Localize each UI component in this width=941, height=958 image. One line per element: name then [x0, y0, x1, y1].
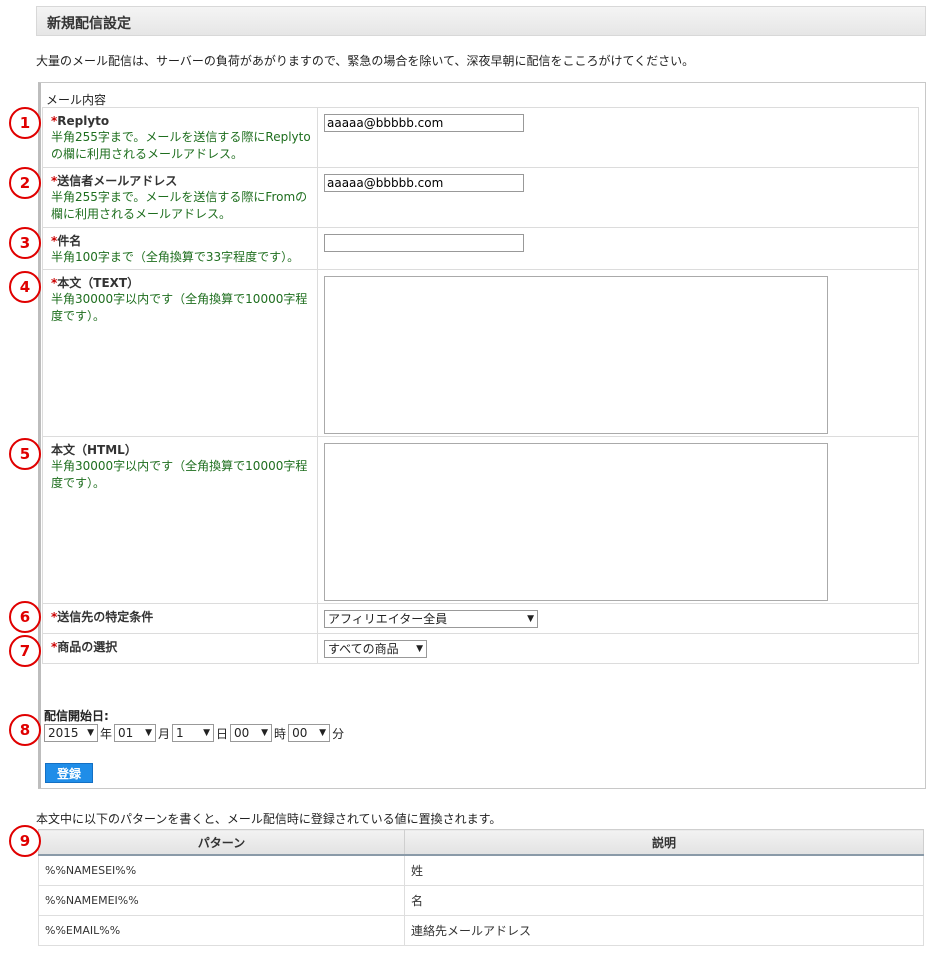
mail-content-legend: メール内容 [46, 93, 107, 107]
pattern-cell: %%NAMESEI%% [38, 854, 405, 886]
form-row-body-html: 本文（HTML） 半角30000字以内です（全角換算で10000字程度です）。 [42, 436, 919, 604]
replyto-hint: 半角255字まで。メールを送信する際にReplytoの欄に利用されるメールアドレ… [51, 130, 311, 161]
body-text-textarea[interactable] [324, 276, 828, 434]
mail-form-table: *Replyto 半角255字まで。メールを送信する際にReplytoの欄に利用… [42, 107, 919, 664]
annotation-badge-9: 9 [9, 825, 41, 857]
dropdown-arrow-icon: ▼ [87, 728, 94, 738]
annotation-badge-8: 8 [9, 714, 41, 746]
dropdown-arrow-icon: ▼ [145, 728, 153, 738]
table-row: %%NAMEMEI%% 名 [38, 885, 924, 916]
product-value: すべての商品 [328, 642, 399, 656]
form-row-target-condition: *送信先の特定条件 アフィリエイター全員 ▼ [42, 603, 919, 634]
form-row-product: *商品の選択 すべての商品 ▼ [42, 633, 919, 664]
form-row-sender-email: *送信者メールアドレス 半角255字まで。メールを送信する際にFromの欄に利用… [42, 167, 919, 228]
annotation-badge-6: 6 [9, 601, 41, 633]
hour-unit: 時 [274, 726, 287, 741]
page-title: 新規配信設定 [47, 16, 131, 32]
annotation-badge-2: 2 [9, 167, 41, 199]
form-row-body-text: *本文（TEXT） 半角30000字以内です（全角換算で10000字程度です）。 [42, 269, 919, 437]
replyto-label: Replyto [57, 114, 110, 128]
day-select[interactable]: 1 ▼ [172, 724, 215, 742]
dropdown-arrow-icon: ▼ [203, 728, 211, 738]
annotation-badge-7: 7 [9, 635, 41, 667]
pattern-table: パターン 説明 %%NAMESEI%% 姓 %%NAMEMEI%% 名 %%EM… [38, 829, 924, 946]
subject-input[interactable] [324, 234, 524, 252]
body-text-label: 本文（TEXT） [57, 276, 140, 290]
table-row: %%EMAIL%% 連絡先メールアドレス [38, 915, 924, 946]
replyto-input[interactable] [324, 114, 524, 132]
body-text-hint: 半角30000字以内です（全角換算で10000字程度です）。 [51, 292, 308, 323]
day-unit: 日 [216, 726, 229, 741]
hour-select[interactable]: 00 ▼ [230, 724, 273, 742]
schedule-row: 2015 ▼ 年 01 ▼ 月 1 ▼ 日 00 ▼ 時 00 ▼ 分 [44, 724, 346, 742]
product-select[interactable]: すべての商品 ▼ [324, 640, 427, 658]
load-notice: 大量のメール配信は、サーバーの負荷があがりますので、緊急の場合を除いて、深夜早朝… [36, 54, 695, 68]
register-button[interactable]: 登録 [45, 763, 93, 783]
body-html-textarea[interactable] [324, 443, 828, 601]
dropdown-arrow-icon: ▼ [261, 728, 269, 738]
description-cell: 名 [404, 885, 924, 916]
schedule-label: 配信開始日: [44, 709, 109, 723]
body-html-label: 本文（HTML） [51, 443, 137, 457]
pattern-cell: %%NAMEMEI%% [38, 885, 405, 916]
annotation-badge-3: 3 [9, 227, 41, 259]
description-cell: 姓 [404, 854, 924, 886]
minute-select[interactable]: 00 ▼ [288, 724, 331, 742]
pattern-cell: %%EMAIL%% [38, 915, 405, 946]
dropdown-arrow-icon: ▼ [527, 614, 534, 624]
target-condition-label: 送信先の特定条件 [57, 610, 154, 624]
dropdown-arrow-icon: ▼ [416, 644, 423, 654]
sender-email-input[interactable] [324, 174, 524, 192]
annotation-badge-1: 1 [9, 107, 41, 139]
form-row-subject: *件名 半角100字まで（全角換算で33字程度です）。 [42, 227, 919, 270]
sender-email-hint: 半角255字まで。メールを送信する際にFromの欄に利用されるメールアドレス。 [51, 190, 308, 221]
subject-hint: 半角100字まで（全角換算で33字程度です）。 [51, 250, 300, 264]
pattern-note: 本文中に以下のパターンを書くと、メール配信時に登録されている値に置換されます。 [36, 812, 502, 826]
sender-email-label: 送信者メールアドレス [57, 174, 178, 188]
body-html-hint: 半角30000字以内です（全角換算で10000字程度です）。 [51, 459, 308, 490]
table-row: %%NAMESEI%% 姓 [38, 854, 924, 886]
target-condition-value: アフィリエイター全員 [328, 612, 448, 626]
dropdown-arrow-icon: ▼ [319, 728, 327, 738]
page-title-bar: 新規配信設定 [36, 6, 926, 36]
annotation-badge-4: 4 [9, 271, 41, 303]
description-cell: 連絡先メールアドレス [404, 915, 924, 946]
pattern-column-header: パターン [38, 829, 405, 856]
year-unit: 年 [100, 726, 113, 741]
target-condition-select[interactable]: アフィリエイター全員 ▼ [324, 610, 538, 628]
pattern-table-header: パターン 説明 [38, 829, 924, 856]
minute-unit: 分 [332, 726, 345, 741]
annotation-badge-5: 5 [9, 438, 41, 470]
form-row-replyto: *Replyto 半角255字まで。メールを送信する際にReplytoの欄に利用… [42, 107, 919, 168]
subject-label: 件名 [57, 234, 82, 248]
description-column-header: 説明 [404, 829, 924, 856]
month-unit: 月 [158, 726, 171, 741]
year-select[interactable]: 2015 ▼ [44, 724, 98, 742]
month-select[interactable]: 01 ▼ [114, 724, 157, 742]
product-label: 商品の選択 [57, 640, 118, 654]
